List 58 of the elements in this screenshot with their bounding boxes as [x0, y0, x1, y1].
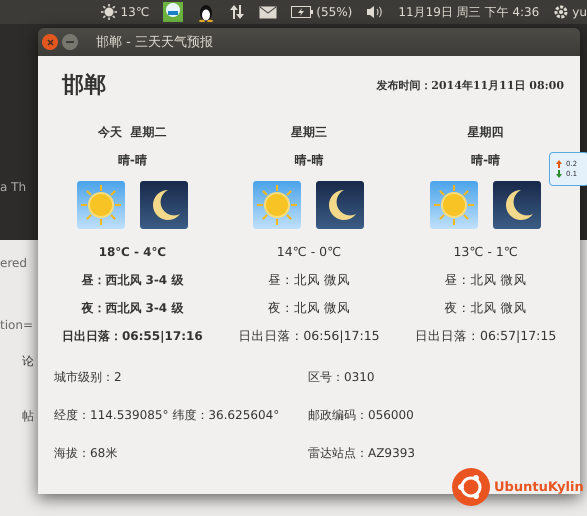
temperature-range: 18℃ - 4℃: [98, 244, 166, 261]
city-name: 邯郸: [62, 71, 106, 100]
battery-percent: (55%): [316, 5, 352, 19]
sunrise-sunset: 日出日落：06:56|17:15: [238, 327, 380, 345]
app-icon[interactable]: [163, 2, 184, 22]
power-icon[interactable]: [553, 4, 570, 20]
down-arrow-icon: [556, 170, 562, 178]
day-label: 星期四: [468, 124, 504, 141]
clock-text[interactable]: 11月19日 周三 下午 4:36: [398, 4, 540, 20]
day-wind: 昼：北风 微风: [268, 271, 350, 289]
minimize-icon: [66, 41, 74, 43]
moon-icon: [140, 181, 188, 229]
info-text: 邮政编码：056000: [308, 407, 415, 424]
day-label: 今天 星期二: [98, 124, 166, 141]
background-text: 论: [22, 353, 34, 370]
night-wind: 夜：北风 微风: [268, 299, 350, 317]
day-wind: 昼：北风 微风: [444, 271, 527, 289]
close-icon: [46, 38, 54, 46]
publish-time: 发布时间：2014年11月11日 08:00: [376, 78, 564, 92]
background-text: 帖: [22, 408, 34, 425]
sun-icon: [253, 181, 302, 229]
sun-icon: [430, 181, 478, 229]
info-text: 区号：0310: [308, 369, 376, 386]
battery-icon[interactable]: [291, 6, 314, 18]
logo-text: UbuntuKylin: [494, 480, 584, 494]
info-text: 雷达站点：AZ9393: [308, 445, 416, 462]
transfer-arrows-icon[interactable]: [229, 4, 246, 20]
weather-text: 晴-晴: [118, 152, 147, 169]
moon-icon: [493, 181, 542, 229]
penguin-icon[interactable]: [197, 2, 216, 22]
night-wind: 夜：西北风 3-4 级: [81, 300, 184, 317]
background-text: a Th: [0, 180, 26, 194]
day-label: 星期三: [290, 124, 327, 141]
window-title: 邯郸 - 三天天气预报: [96, 34, 213, 51]
day-wind: 昼：西北风 3-4 级: [81, 272, 184, 289]
temperature-range: 13℃ - 1℃: [453, 243, 518, 261]
weather-text: 晴-晴: [294, 152, 324, 169]
sunrise-sunset: 日出日落：06:57|17:15: [415, 327, 556, 345]
moon-icon: [316, 181, 364, 229]
night-wind: 夜：北风 微风: [444, 299, 527, 317]
sun-icon: [76, 181, 125, 229]
temperature-text: 13℃: [120, 5, 150, 19]
background-text: ered: [0, 256, 28, 270]
user-name: yu: [572, 5, 587, 19]
sun-icon[interactable]: [100, 3, 118, 21]
info-text: 经度：114.539085° 纬度：36.625604°: [54, 407, 280, 424]
sunrise-sunset: 日出日落：06:55|17:16: [62, 328, 203, 345]
info-text: 海拔：68米: [54, 445, 118, 462]
info-text: 城市级别：2: [54, 369, 123, 386]
minimize-button[interactable]: [62, 34, 78, 50]
volume-icon[interactable]: [366, 5, 384, 19]
up-arrow-icon: [556, 160, 562, 168]
background-text: tion=: [0, 318, 34, 332]
close-button[interactable]: [42, 34, 58, 50]
mail-icon[interactable]: [259, 6, 278, 18]
logo-icon: [452, 468, 490, 506]
temperature-range: 14℃ - 0℃: [276, 243, 342, 261]
weather-text: 晴-晴: [471, 152, 500, 169]
